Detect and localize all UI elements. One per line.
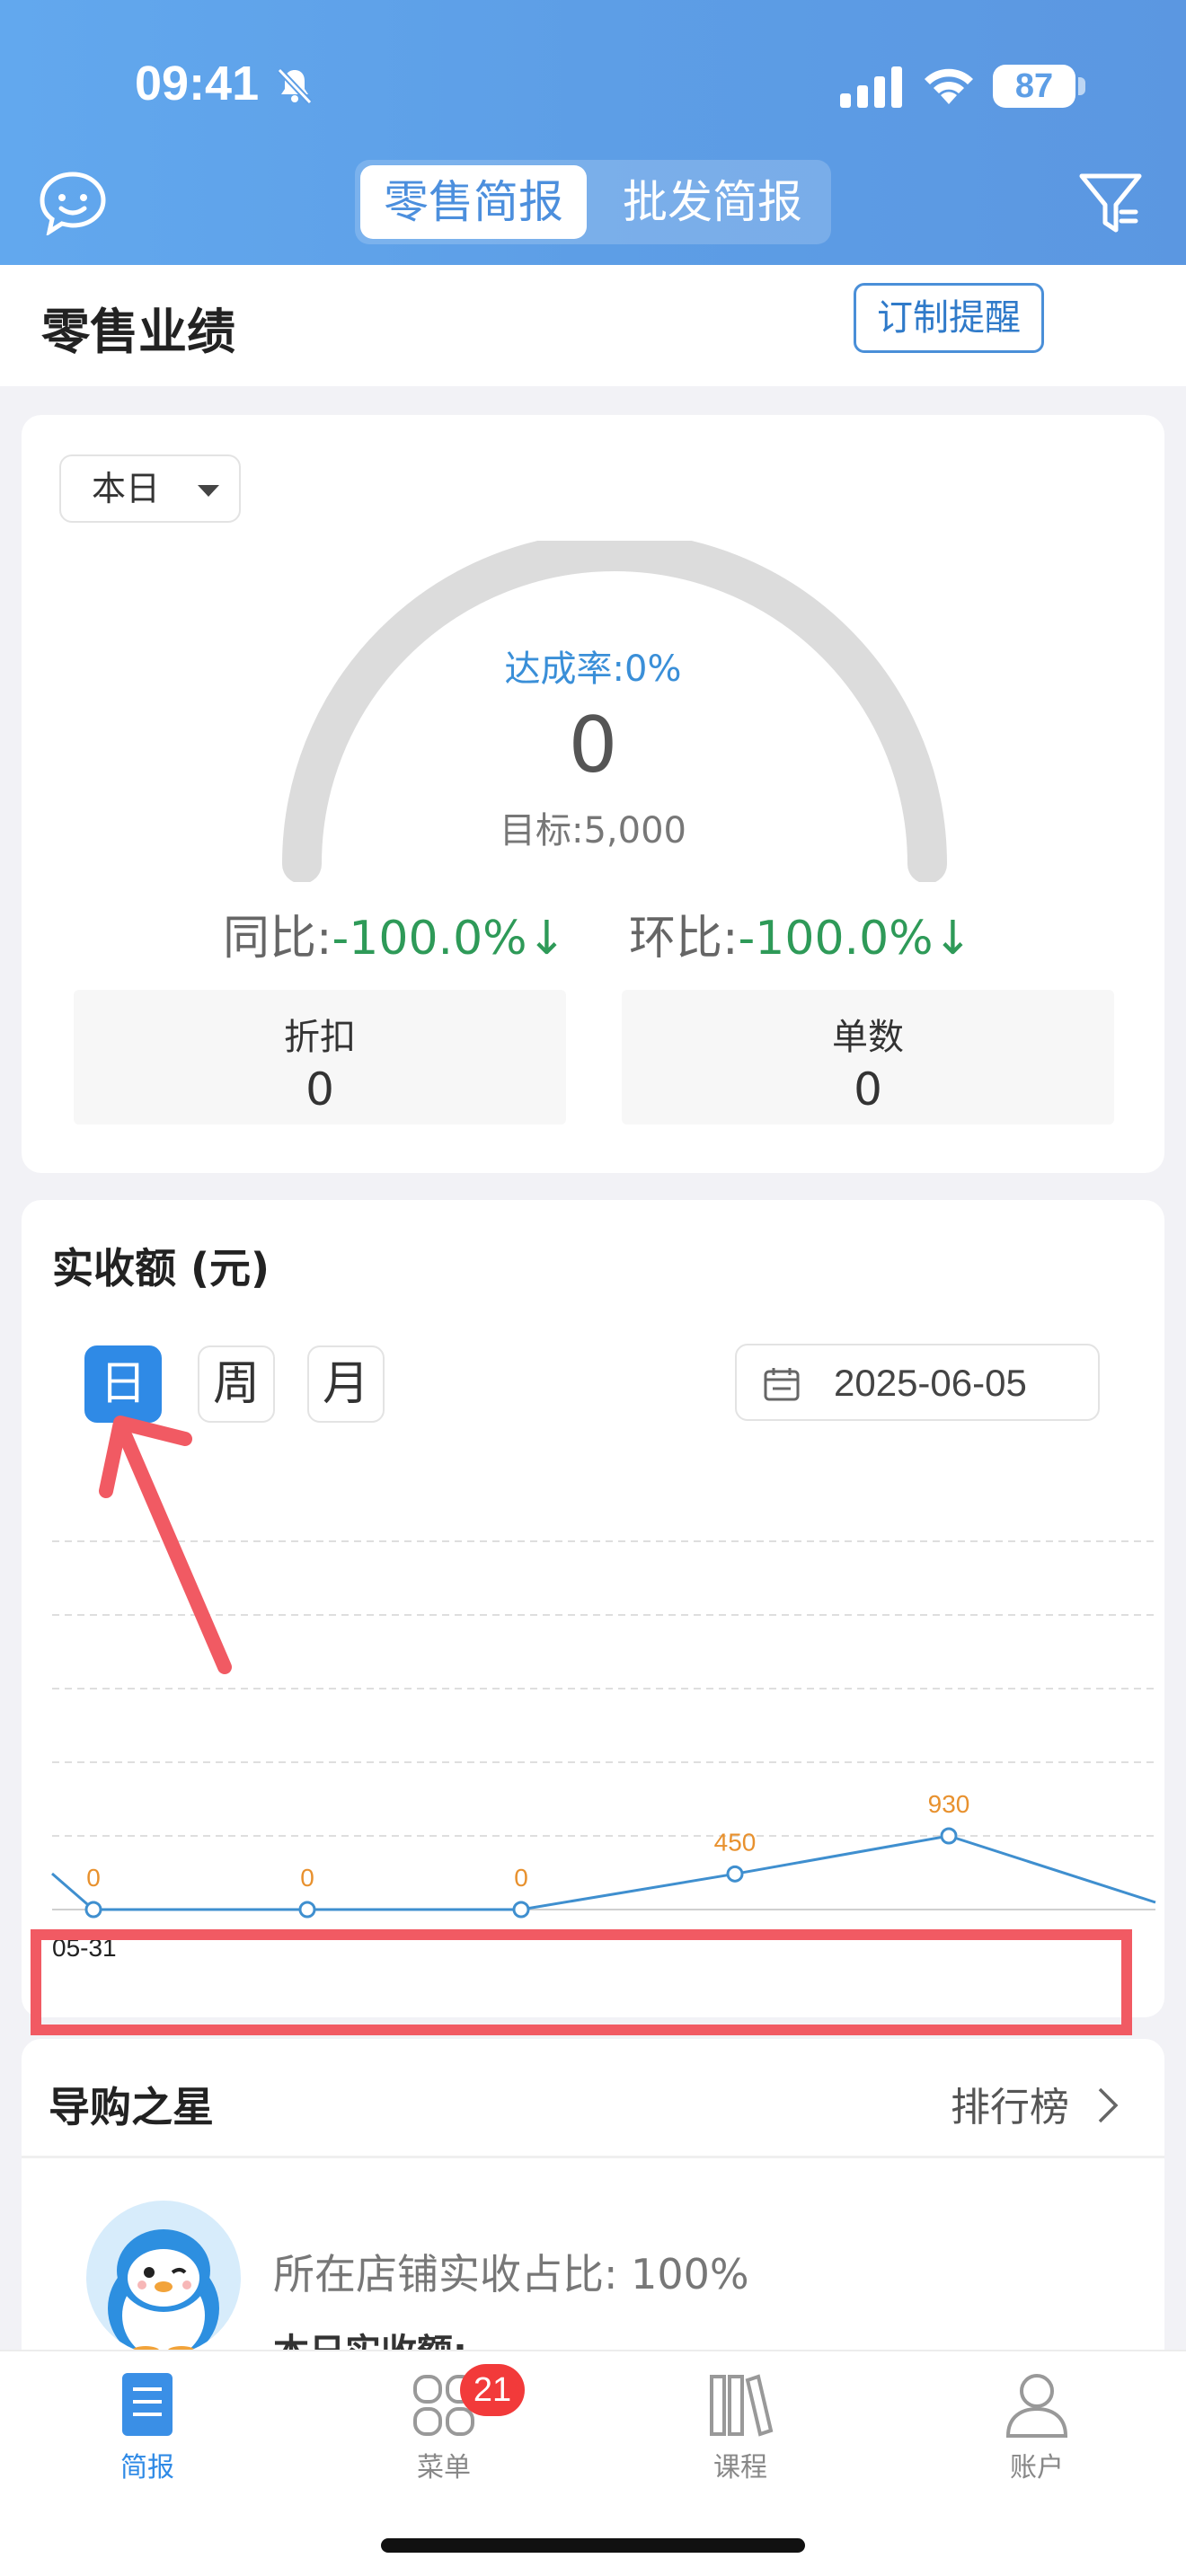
- sales-star-title: 导购之星: [49, 2083, 214, 2131]
- performance-card: 本日 达成率:0% 0 目标:5,000 同比:-100.0%↓ 环比:-100…: [22, 415, 1164, 1173]
- granularity-day-button[interactable]: 日: [84, 1345, 162, 1423]
- chevron-down-icon: [198, 485, 219, 497]
- year-over-year: 同比:-100.0%↓: [223, 900, 566, 967]
- yoy-value: -100.0%↓: [332, 912, 567, 966]
- discount-stat: 折扣 0: [74, 990, 566, 1125]
- books-icon: [710, 2374, 774, 2437]
- month-over-month: 环比:-100.0%↓: [629, 900, 972, 967]
- section-title-bar: 零售业绩 订制提醒: [0, 265, 1186, 386]
- date-picker[interactable]: 2025-06-05: [735, 1344, 1100, 1421]
- data-point: [84, 1901, 102, 1919]
- selected-date: 2025-06-05: [834, 1362, 1027, 1404]
- data-label: 0: [514, 1864, 528, 1892]
- battery-nub: [1078, 77, 1085, 95]
- revenue-line-chart: 0 0 045093005-31: [51, 1540, 1156, 1962]
- header-bar: 09:41 87 零售简报 批发简报: [0, 0, 1186, 265]
- home-indicator: [381, 2538, 805, 2553]
- menu-badge: 21: [460, 2364, 525, 2416]
- achievement-rate: 达成率:0%: [504, 648, 682, 690]
- report-icon: [122, 2373, 173, 2436]
- target-value: 目标:5,000: [500, 810, 686, 851]
- custom-reminder-button[interactable]: 订制提醒: [854, 283, 1044, 353]
- yoy-label: 同比:: [223, 912, 332, 966]
- chat-bot-icon[interactable]: [38, 171, 108, 235]
- data-label: 0: [86, 1864, 101, 1892]
- tab-menu[interactable]: 菜单 21: [354, 2364, 534, 2484]
- cellular-signal-icon: [840, 66, 902, 108]
- orders-value: 0: [854, 1063, 882, 1116]
- status-time: 09:41: [135, 57, 260, 110]
- data-label: 450: [714, 1828, 757, 1856]
- mom-label: 环比:: [629, 912, 739, 966]
- data-label: 0: [300, 1864, 314, 1892]
- tab-account-label: 账户: [1010, 2452, 1064, 2483]
- store-share-text: 所在店铺实收占比: 100%: [273, 2250, 749, 2298]
- chevron-right-icon[interactable]: [1096, 2086, 1120, 2125]
- filter-icon[interactable]: [1078, 171, 1143, 237]
- revenue-value: 0: [568, 701, 618, 790]
- orders-label: 单数: [832, 1017, 904, 1058]
- user-icon: [1005, 2374, 1068, 2438]
- page-title: 零售业绩: [41, 304, 235, 360]
- calendar-icon: [764, 1368, 800, 1401]
- data-label: 930: [928, 1790, 970, 1818]
- tab-account[interactable]: 账户: [947, 2369, 1127, 2484]
- tab-wholesale-report[interactable]: 批发简报: [599, 165, 826, 239]
- data-point: [726, 1865, 744, 1883]
- granularity-month-button[interactable]: 月: [307, 1345, 385, 1423]
- annotation-highlight-box: [31, 1929, 1132, 2035]
- data-point: [940, 1827, 958, 1845]
- wifi-icon: [925, 68, 973, 104]
- revenue-chart-card: 0 0 0 450 930 05-31 实收额 (元) 日 周 月 2025-06-05: [22, 1200, 1164, 2017]
- revenue-title: 实收额 (元): [52, 1244, 270, 1292]
- tab-brief[interactable]: 简报: [58, 2369, 237, 2484]
- tab-course-label: 课程: [713, 2452, 767, 2483]
- tab-retail-report[interactable]: 零售简报: [360, 165, 587, 239]
- period-dropdown[interactable]: 本日: [59, 454, 241, 523]
- discount-label: 折扣: [284, 1017, 356, 1058]
- data-point: [298, 1901, 316, 1919]
- bell-off-icon: [277, 67, 313, 105]
- data-point: [512, 1901, 530, 1919]
- series-line: [51, 1834, 1156, 1911]
- tab-brief-label: 简报: [120, 2452, 174, 2483]
- granularity-week-button[interactable]: 周: [198, 1345, 275, 1423]
- tab-course[interactable]: 课程: [651, 2369, 830, 2484]
- avatar: [86, 2201, 241, 2355]
- divider: [22, 2156, 1164, 2158]
- period-dropdown-value: 本日: [92, 469, 161, 508]
- report-type-segmented-control: 零售简报 批发简报: [355, 160, 831, 244]
- mom-value: -100.0%↓: [738, 912, 973, 966]
- tab-menu-label: 菜单: [417, 2452, 471, 2483]
- penguin-avatar-icon: [108, 2229, 219, 2355]
- orders-stat: 单数 0: [622, 990, 1114, 1125]
- battery-indicator: 87: [993, 65, 1075, 108]
- discount-value: 0: [305, 1063, 334, 1116]
- ranking-link[interactable]: 排行榜: [951, 2075, 1069, 2132]
